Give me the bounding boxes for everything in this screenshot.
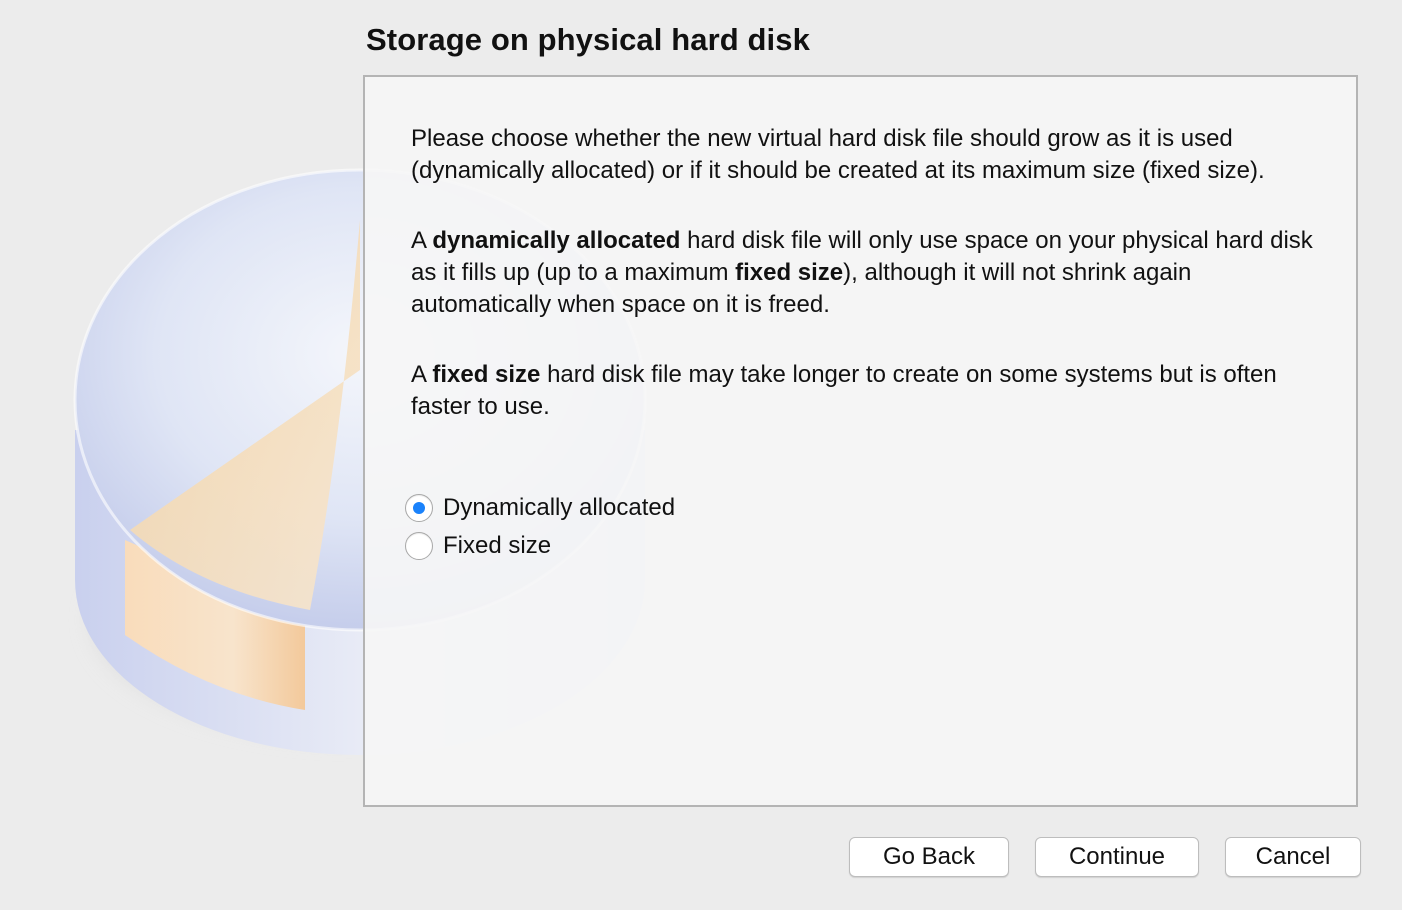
continue-button[interactable]: Continue — [1035, 837, 1199, 877]
intro-paragraph: Please choose whether the new virtual ha… — [411, 125, 1265, 184]
fixed-radio-label[interactable]: Fixed size — [443, 532, 551, 560]
bold-term: fixed size — [432, 361, 541, 388]
fixed-option[interactable]: Fixed size — [405, 527, 675, 565]
storage-type-radio-group: Dynamically allocated Fixed size — [405, 489, 675, 565]
content-panel: Please choose whether the new virtual ha… — [363, 75, 1358, 807]
dynamic-description-paragraph: A dynamically allocated hard disk file w… — [411, 225, 1321, 321]
go-back-button[interactable]: Go Back — [849, 837, 1009, 877]
fixed-radio[interactable] — [405, 532, 433, 560]
description-text: Please choose whether the new virtual ha… — [411, 123, 1321, 461]
paragraph-text: A — [411, 361, 433, 388]
dynamic-option[interactable]: Dynamically allocated — [405, 489, 675, 527]
page-title: Storage on physical hard disk — [366, 22, 810, 57]
cancel-button[interactable]: Cancel — [1225, 837, 1361, 877]
bold-term: fixed size — [735, 259, 844, 286]
bold-term: dynamically allocated — [432, 227, 681, 254]
dynamic-radio[interactable] — [405, 494, 433, 522]
paragraph-text: hard disk file may take longer to create… — [411, 361, 1277, 420]
dynamic-radio-label[interactable]: Dynamically allocated — [443, 494, 675, 522]
fixed-description-paragraph: A fixed size hard disk file may take lon… — [411, 359, 1321, 423]
paragraph-text: A — [411, 227, 433, 254]
